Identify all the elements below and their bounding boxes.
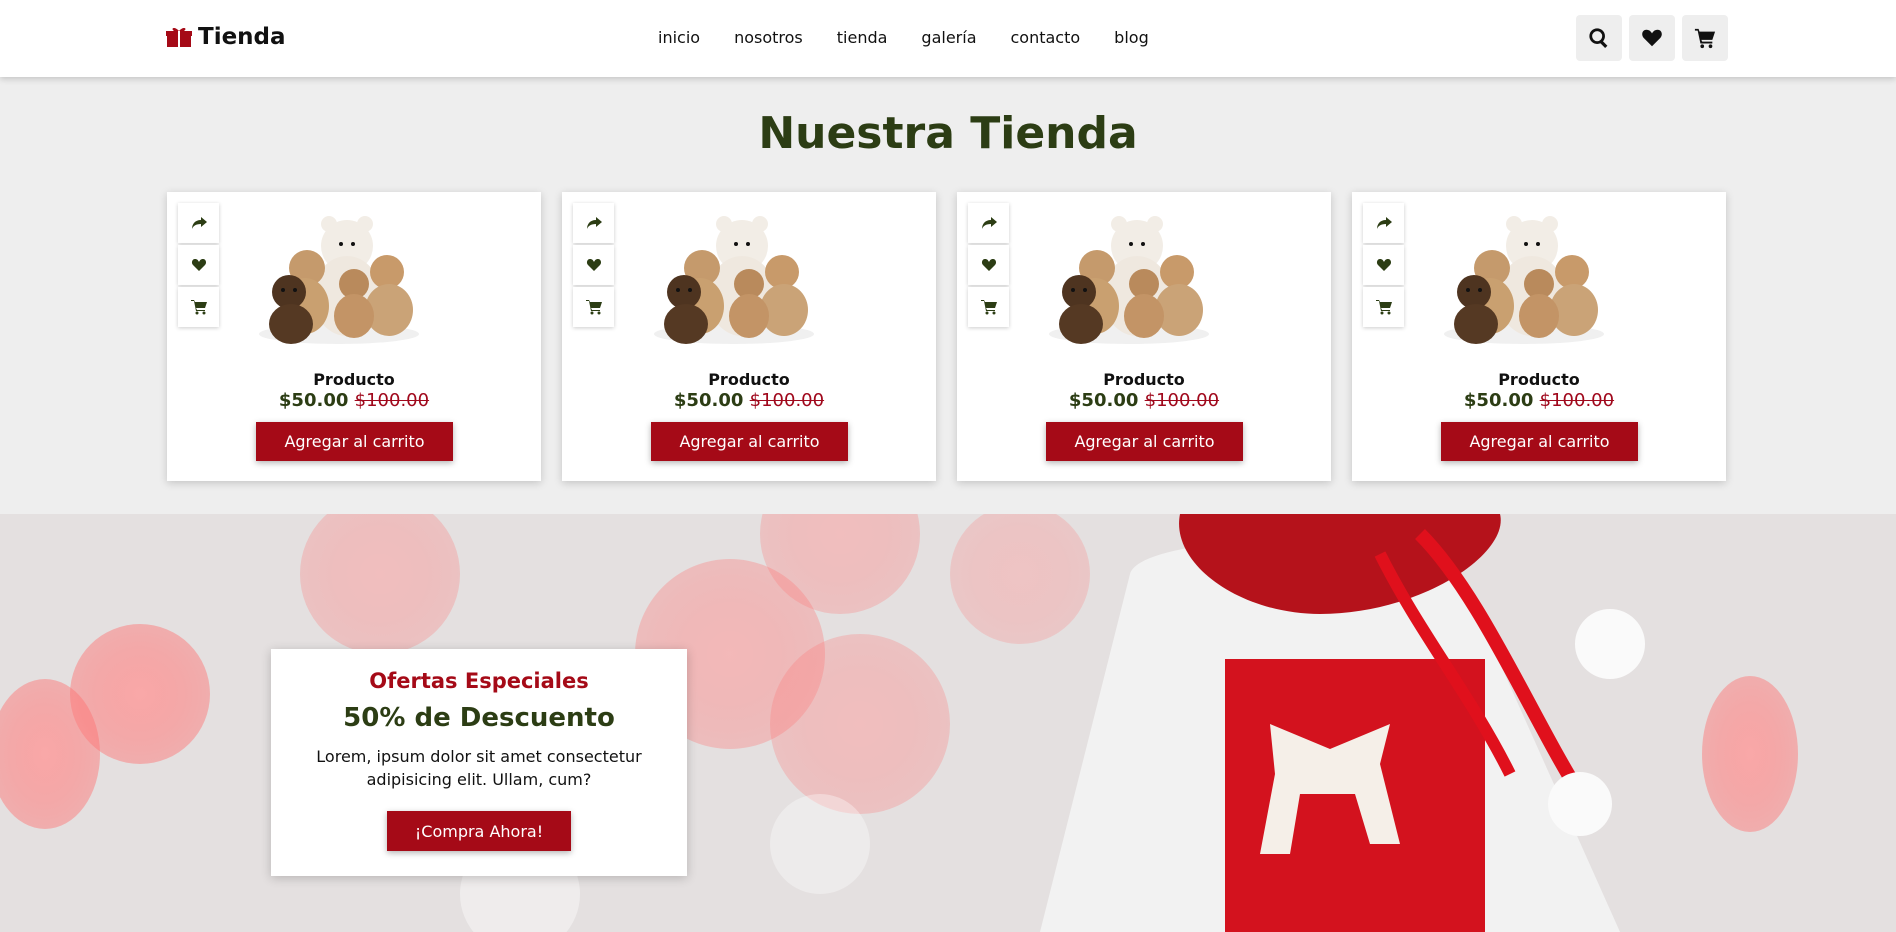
share-icon bbox=[981, 217, 997, 229]
share-button[interactable] bbox=[1363, 203, 1404, 243]
logo-text: Tienda bbox=[198, 24, 286, 50]
gift-icon bbox=[166, 27, 192, 47]
offer-card: Ofertas Especiales 50% de Descuento Lore… bbox=[271, 649, 687, 876]
product-price: $50.00 $100.00 bbox=[957, 390, 1331, 411]
logo[interactable]: Tienda bbox=[166, 24, 286, 50]
product-price: $50.00 $100.00 bbox=[1352, 390, 1726, 411]
product-name: Producto bbox=[1103, 370, 1185, 389]
site-header: Tienda inicio nosotros tienda galería co… bbox=[0, 0, 1896, 77]
page-title: Nuestra Tienda bbox=[758, 108, 1138, 159]
offer-text: Lorem, ipsum dolor sit amet consectetur … bbox=[316, 747, 642, 789]
card-actions bbox=[178, 203, 219, 328]
add-to-cart-icon-button[interactable] bbox=[178, 287, 219, 327]
product-image bbox=[1444, 216, 1604, 344]
header-actions bbox=[1576, 15, 1728, 61]
nav-nosotros[interactable]: nosotros bbox=[734, 28, 803, 47]
offer-subtitle: Ofertas Especiales bbox=[369, 669, 589, 693]
cart-icon bbox=[980, 300, 997, 315]
product-card: Producto $50.00 $100.00 Agregar al carri… bbox=[957, 192, 1331, 481]
share-icon bbox=[191, 217, 207, 229]
cart-icon bbox=[190, 300, 207, 315]
current-price: $50.00 bbox=[673, 390, 744, 411]
product-image bbox=[259, 216, 419, 344]
offer-title: 50% de Descuento bbox=[343, 703, 615, 733]
card-actions bbox=[1363, 203, 1404, 328]
product-price: $50.00 $100.00 bbox=[562, 390, 936, 411]
share-button[interactable] bbox=[178, 203, 219, 243]
search-button[interactable] bbox=[1576, 15, 1622, 61]
old-price: $100.00 bbox=[1144, 390, 1220, 411]
product-price: $50.00 $100.00 bbox=[167, 390, 541, 411]
current-price: $50.00 bbox=[1463, 390, 1534, 411]
share-button[interactable] bbox=[573, 203, 614, 243]
product-name: Producto bbox=[313, 370, 395, 389]
cart-icon bbox=[1694, 28, 1716, 49]
product-image bbox=[1049, 216, 1209, 344]
card-actions bbox=[968, 203, 1009, 328]
nav-blog[interactable]: blog bbox=[1114, 28, 1149, 47]
product-card: Producto $50.00 $100.00 Agregar al carri… bbox=[167, 192, 541, 481]
offer-banner: Ofertas Especiales 50% de Descuento Lore… bbox=[0, 514, 1896, 932]
buy-now-button[interactable]: ¡Compra Ahora! bbox=[387, 811, 571, 851]
add-to-cart-button[interactable]: Agregar al carrito bbox=[1441, 422, 1638, 461]
add-to-cart-button[interactable]: Agregar al carrito bbox=[651, 422, 848, 461]
add-to-cart-icon-button[interactable] bbox=[573, 287, 614, 327]
old-price: $100.00 bbox=[354, 390, 430, 411]
main-nav: inicio nosotros tienda galería contacto … bbox=[658, 28, 1149, 47]
add-to-cart-icon-button[interactable] bbox=[1363, 287, 1404, 327]
nav-tienda[interactable]: tienda bbox=[837, 28, 888, 47]
search-icon bbox=[1589, 28, 1608, 49]
share-icon bbox=[586, 217, 602, 229]
heart-icon bbox=[191, 259, 206, 271]
product-name: Producto bbox=[1498, 370, 1580, 389]
heart-icon bbox=[1642, 29, 1662, 47]
nav-inicio[interactable]: inicio bbox=[658, 28, 700, 47]
product-card: Producto $50.00 $100.00 Agregar al carri… bbox=[1352, 192, 1726, 481]
card-actions bbox=[573, 203, 614, 328]
old-price: $100.00 bbox=[1539, 390, 1615, 411]
product-image bbox=[654, 216, 814, 344]
current-price: $50.00 bbox=[1068, 390, 1139, 411]
heart-icon bbox=[1376, 259, 1391, 271]
wishlist-card-button[interactable] bbox=[968, 245, 1009, 285]
product-card: Producto $50.00 $100.00 Agregar al carri… bbox=[562, 192, 936, 481]
cart-icon bbox=[1375, 300, 1392, 315]
product-grid: Producto $50.00 $100.00 Agregar al carri… bbox=[167, 192, 1726, 481]
wishlist-card-button[interactable] bbox=[1363, 245, 1404, 285]
add-to-cart-button[interactable]: Agregar al carrito bbox=[256, 422, 453, 461]
add-to-cart-button[interactable]: Agregar al carrito bbox=[1046, 422, 1243, 461]
wishlist-button[interactable] bbox=[1629, 15, 1675, 61]
wishlist-card-button[interactable] bbox=[178, 245, 219, 285]
add-to-cart-icon-button[interactable] bbox=[968, 287, 1009, 327]
heart-icon bbox=[586, 259, 601, 271]
nav-contacto[interactable]: contacto bbox=[1011, 28, 1081, 47]
current-price: $50.00 bbox=[278, 390, 349, 411]
old-price: $100.00 bbox=[749, 390, 825, 411]
share-button[interactable] bbox=[968, 203, 1009, 243]
nav-galeria[interactable]: galería bbox=[921, 28, 976, 47]
cart-button[interactable] bbox=[1682, 15, 1728, 61]
product-name: Producto bbox=[708, 370, 790, 389]
share-icon bbox=[1376, 217, 1392, 229]
cart-icon bbox=[585, 300, 602, 315]
wishlist-card-button[interactable] bbox=[573, 245, 614, 285]
heart-icon bbox=[981, 259, 996, 271]
